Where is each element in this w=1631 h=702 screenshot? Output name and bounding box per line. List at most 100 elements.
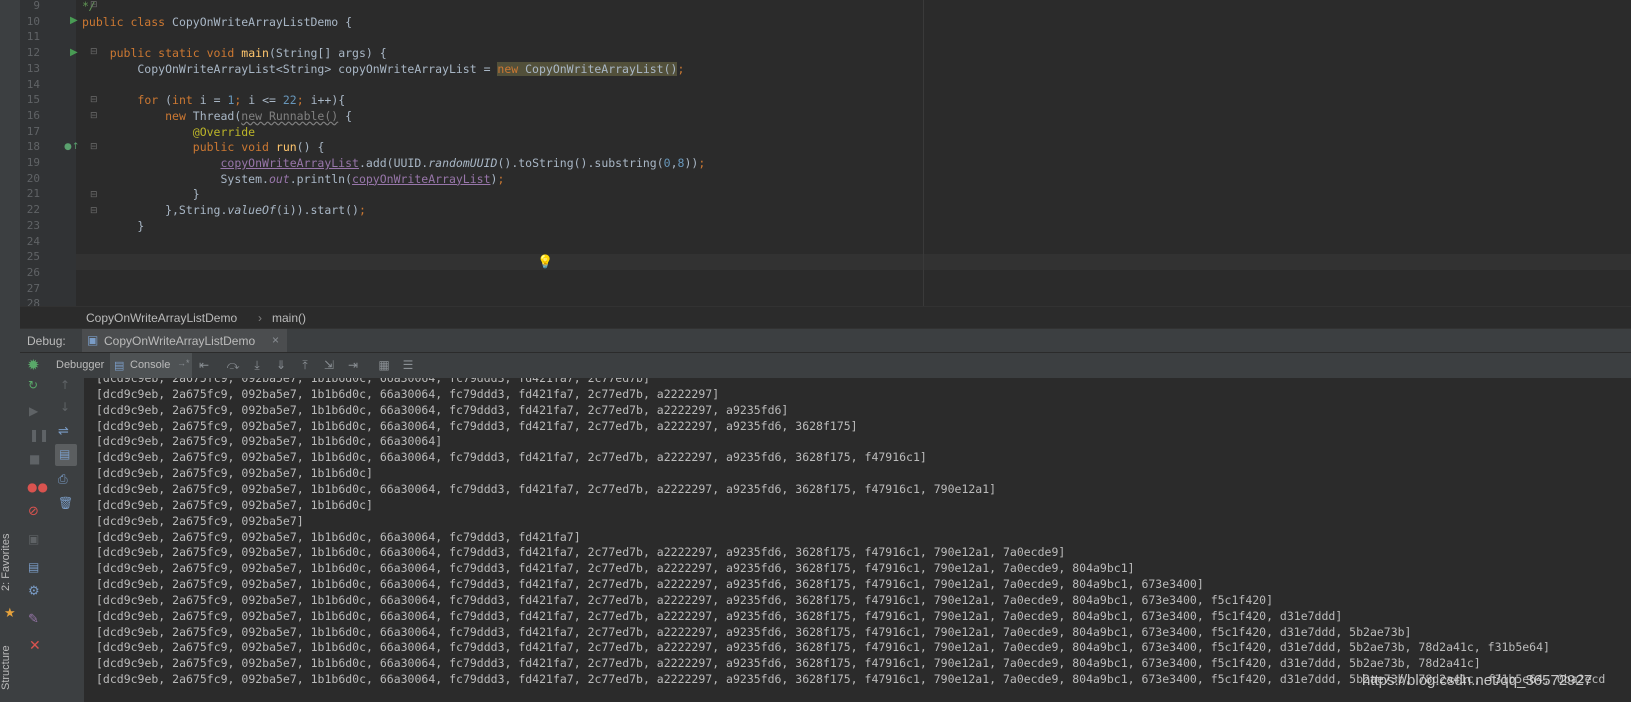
run-class-icon[interactable]: ▶ xyxy=(70,15,78,26)
line-number: 15 xyxy=(26,93,40,107)
run-to-cursor-icon[interactable]: ⇥ xyxy=(345,357,361,373)
settings-gear-icon[interactable]: ⚙ xyxy=(28,584,40,599)
console-line: [dcd9c9eb, 2a675fc9, 092ba5e7, 1b1b6d0c,… xyxy=(96,640,1550,655)
fold-marker-icon[interactable]: ⊟ xyxy=(90,206,98,216)
scroll-to-end-button[interactable]: ▤ xyxy=(55,444,77,466)
down-arrow-icon[interactable]: ↓ xyxy=(60,400,70,414)
line-number: 19 xyxy=(26,156,40,169)
debug-bug-icon: ✹ xyxy=(27,356,40,374)
debug-actions-bar: ↻ ▶ ❚❚ ■ ●● ⊘ ▣ ▤ ⚙ ✎ ✕ xyxy=(20,378,50,702)
console-line: [dcd9c9eb, 2a675fc9, 092ba5e7, 1b1b6d0c,… xyxy=(96,656,1481,671)
code-text: public static void main(String[] args) { xyxy=(109,46,387,61)
debug-session-tab[interactable]: ▣ CopyOnWriteArrayListDemo × xyxy=(82,329,287,353)
close-icon[interactable]: × xyxy=(272,333,279,347)
console-line: [dcd9c9eb, 2a675fc9, 092ba5e7, 1b1b6d0c,… xyxy=(96,561,1135,576)
code-text: for (int i = 1; i <= 22; i++){ xyxy=(137,93,346,108)
code-text: } xyxy=(82,187,200,202)
breadcrumb-method[interactable]: main() xyxy=(272,311,306,325)
console-line: [dcd9c9eb, 2a675fc9, 092ba5e7, 1b1b6d0c,… xyxy=(96,545,1066,560)
fold-marker-icon[interactable]: ⊟ xyxy=(90,142,98,152)
line-number: 10 xyxy=(26,14,40,28)
debug-toolbar: ✹ Debugger ▤ Console →* ⇤ ⤼ ⤓ ⇓ ⤒ ⇲ ⇥ ▦ … xyxy=(20,352,1631,379)
override-marker-icon[interactable]: ●↑ xyxy=(64,142,79,152)
camera-icon[interactable]: ▣ xyxy=(28,532,39,546)
line-number: 23 xyxy=(26,218,40,232)
current-line-highlight xyxy=(76,254,1631,270)
right-margin-guide xyxy=(923,0,924,306)
debug-session-label: CopyOnWriteArrayListDemo xyxy=(104,334,256,348)
line-number: 18 xyxy=(26,140,40,154)
rerun-icon[interactable]: ↻ xyxy=(28,378,38,392)
tab-console[interactable]: ▤ Console →* xyxy=(110,353,192,379)
code-text: copyOnWriteArrayList.add(UUID.randomUUID… xyxy=(220,156,706,170)
console-actions-bar: ↑ ↓ ⇌ ▤ ⎙ 🗑 xyxy=(50,378,85,702)
line-number: 13 xyxy=(26,61,40,75)
fold-marker-icon[interactable]: ⊟ xyxy=(90,111,98,121)
console-line: [dcd9c9eb, 2a675fc9, 092ba5e7, 1b1b6d0c,… xyxy=(96,386,720,401)
force-step-into-icon[interactable]: ⇓ xyxy=(273,357,289,373)
view-breakpoints-icon[interactable]: ●● xyxy=(27,480,48,494)
close-icon[interactable]: ✕ xyxy=(29,638,41,654)
pin-icon[interactable]: ✎ xyxy=(28,612,39,627)
fold-marker-icon[interactable]: ⊟ xyxy=(90,95,98,105)
breadcrumb-separator: › xyxy=(258,311,262,325)
structure-tab[interactable]: Structure xyxy=(0,638,18,698)
favorites-tab[interactable]: 2: Favorites xyxy=(0,525,18,600)
show-execution-point-icon[interactable]: ⇤ xyxy=(196,357,212,373)
breadcrumb-class[interactable]: CopyOnWriteArrayListDemo xyxy=(86,311,237,325)
fold-marker-icon[interactable]: ⊟ xyxy=(90,0,98,10)
code-text: },String.valueOf(i)).start(); xyxy=(82,203,366,218)
drop-frame-icon[interactable]: ⇲ xyxy=(321,357,337,373)
left-tool-strip: 2: Favorites ★ Structure xyxy=(0,0,21,702)
stop-icon[interactable]: ■ xyxy=(29,452,40,466)
console-line: [dcd9c9eb, 2a675fc9, 092ba5e7, 1b1b6d0c,… xyxy=(96,608,1343,623)
tab-debugger[interactable]: Debugger xyxy=(56,359,104,371)
line-number: 11 xyxy=(26,30,40,44)
step-over-icon[interactable]: ⤼ xyxy=(225,357,241,373)
line-number: 27 xyxy=(26,281,40,295)
console-line: [dcd9c9eb, 2a675fc9, 092ba5e7, 1b1b6d0c] xyxy=(96,466,373,481)
code-text: public void run() { xyxy=(192,140,325,155)
trace-icon[interactable]: ☰ xyxy=(400,357,416,373)
line-number: 22 xyxy=(26,203,40,217)
soft-wrap-icon[interactable]: ⇌ xyxy=(58,424,69,439)
code-text: CopyOnWriteArrayList<String> copyOnWrite… xyxy=(82,61,685,76)
run-main-icon[interactable]: ▶ xyxy=(70,47,78,58)
console-line: [dcd9c9eb, 2a675fc9, 092ba5e7, 1b1b6d0c,… xyxy=(96,418,858,433)
clear-all-icon[interactable]: 🗑 xyxy=(58,496,73,510)
fold-marker-icon[interactable]: ⊟ xyxy=(90,47,98,57)
code-text: } xyxy=(82,218,145,233)
console-line: [dcd9c9eb, 2a675fc9, 092ba5e7, 1b1b6d0c,… xyxy=(96,624,1412,639)
pause-icon[interactable]: ❚❚ xyxy=(29,428,49,442)
up-arrow-icon[interactable]: ↑ xyxy=(60,378,70,392)
resume-icon[interactable]: ▶ xyxy=(29,404,38,418)
line-number: 9 xyxy=(33,0,40,12)
step-into-icon[interactable]: ⤓ xyxy=(249,357,265,373)
line-number: 26 xyxy=(26,265,40,279)
line-number: 20 xyxy=(26,171,40,185)
debug-tool-window-header: Debug: ▣ CopyOnWriteArrayListDemo × xyxy=(20,328,1631,353)
fold-marker-icon[interactable]: ⊟ xyxy=(90,190,98,200)
layout-icon[interactable]: ▤ xyxy=(28,560,39,574)
console-line: [dcd9c9eb, 2a675fc9, 092ba5e7, 1b1b6d0c,… xyxy=(96,577,1204,592)
mute-breakpoints-icon[interactable]: ⊘ xyxy=(28,504,39,519)
code-editor[interactable]: 9 */10 public class CopyOnWriteArrayListDe… xyxy=(20,0,1631,310)
step-out-icon[interactable]: ⤒ xyxy=(297,357,313,373)
code-text: new Thread(new Runnable() { xyxy=(165,108,353,123)
console-line: [dcd9c9eb, 2a675fc9, 092ba5e7, 1b1b6d0c,… xyxy=(96,450,927,465)
console-pin-icon: →* xyxy=(177,358,190,368)
debug-label: Debug: xyxy=(27,334,66,348)
line-number: 24 xyxy=(26,234,40,248)
line-number: 14 xyxy=(26,77,40,91)
breadcrumb: CopyOnWriteArrayListDemo › main() xyxy=(20,306,1631,329)
console-line: [dcd9c9eb, 2a675fc9, 092ba5e7, 1b1b6d0c,… xyxy=(96,378,650,385)
debug-session-icon: ▣ xyxy=(87,333,99,347)
lightbulb-icon[interactable]: 💡 xyxy=(537,255,553,270)
evaluate-expression-icon[interactable]: ▦ xyxy=(376,357,392,373)
line-number: 16 xyxy=(26,108,40,122)
star-icon: ★ xyxy=(4,606,16,621)
print-icon[interactable]: ⎙ xyxy=(58,472,68,487)
console-line: [dcd9c9eb, 2a675fc9, 092ba5e7] xyxy=(96,513,304,528)
console-output[interactable]: [dcd9c9eb, 2a675fc9, 092ba5e7, 1b1b6d0c,… xyxy=(85,378,1631,702)
line-number: 12 xyxy=(26,46,40,60)
